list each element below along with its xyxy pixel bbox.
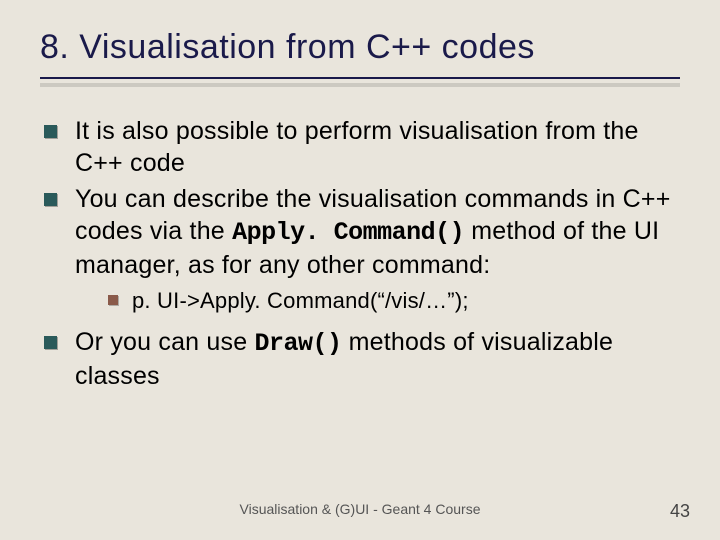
- sub-bullet-item: p. UI->Apply. Command(“/vis/…”);: [108, 287, 680, 316]
- bullet-item: You can describe the visualisation comma…: [44, 183, 680, 281]
- page-number: 43: [670, 501, 690, 522]
- square-bullet-icon: [44, 193, 57, 206]
- sub-bullet-text: p. UI->Apply. Command(“/vis/…”);: [132, 287, 469, 316]
- square-bullet-icon: [44, 336, 57, 349]
- code-fragment: Apply. Command(): [232, 218, 464, 247]
- bullet-item: Or you can use Draw() methods of visuali…: [44, 326, 680, 392]
- title-divider: [40, 83, 680, 87]
- bullet-item: It is also possible to perform visualisa…: [44, 115, 680, 179]
- footer: Visualisation & (G)UI - Geant 4 Course 4…: [0, 501, 720, 522]
- square-bullet-icon: [44, 125, 57, 138]
- code-fragment: Draw(): [254, 329, 341, 358]
- slide: 8. Visualisation from C++ codes It is al…: [0, 0, 720, 392]
- square-bullet-icon: [108, 295, 118, 305]
- text-fragment: Or you can use: [75, 328, 254, 356]
- bullet-text: You can describe the visualisation comma…: [75, 183, 680, 281]
- content-area: It is also possible to perform visualisa…: [40, 115, 680, 392]
- slide-title: 8. Visualisation from C++ codes: [40, 28, 680, 79]
- code-line: p. UI->Apply. Command(“/vis/…”);: [132, 288, 469, 313]
- bullet-text: Or you can use Draw() methods of visuali…: [75, 326, 680, 392]
- bullet-text: It is also possible to perform visualisa…: [75, 115, 680, 179]
- footer-text: Visualisation & (G)UI - Geant 4 Course: [240, 501, 481, 517]
